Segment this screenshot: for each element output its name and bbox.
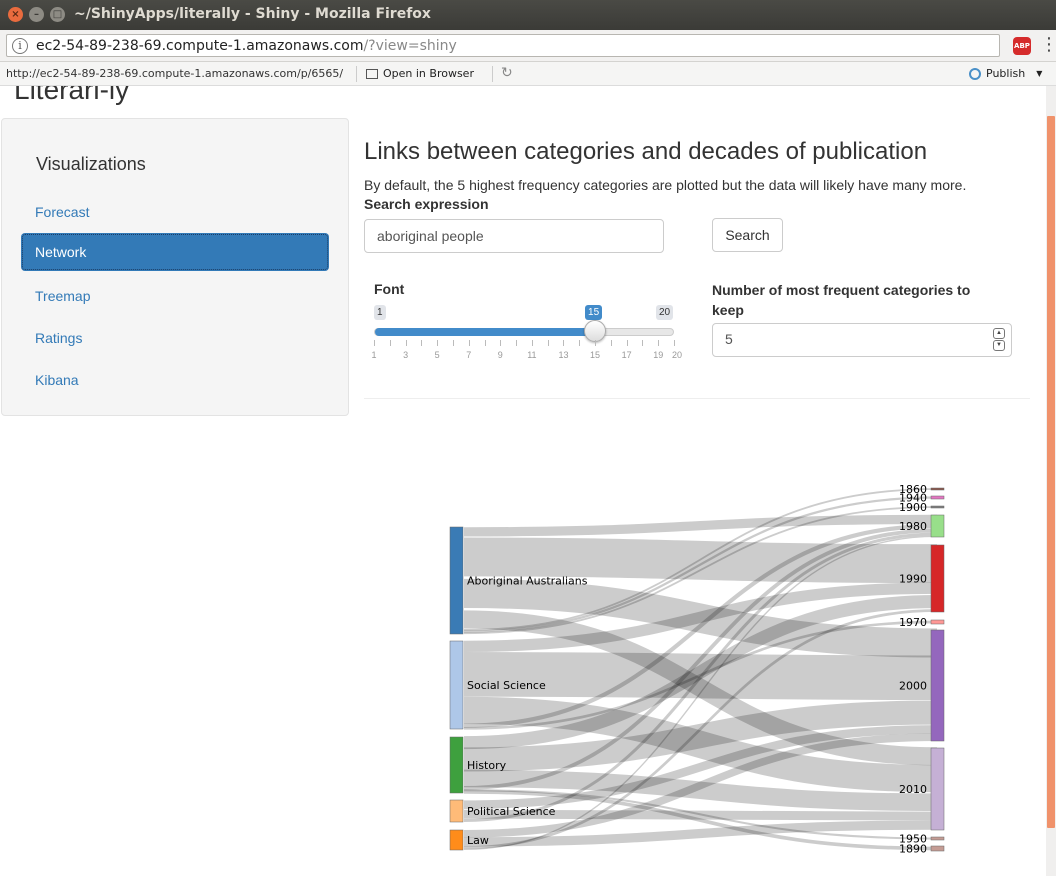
source-node[interactable]	[449, 526, 464, 635]
source-node[interactable]	[449, 829, 464, 851]
target-node-label: 1980	[899, 520, 927, 533]
target-node-label: 1890	[899, 843, 927, 856]
page-scrollbar[interactable]	[1046, 86, 1056, 876]
target-node[interactable]	[930, 514, 945, 538]
publish-label: Publish	[986, 67, 1026, 80]
target-node[interactable]	[930, 836, 945, 841]
open-window-icon	[366, 68, 378, 79]
address-field[interactable]: i ec2-54-89-238-69.compute-1.amazonaws.c…	[6, 34, 1000, 57]
menu-icon[interactable]: ⋮	[1040, 34, 1056, 56]
adblock-icon[interactable]: ABP	[1013, 37, 1031, 55]
target-node[interactable]	[930, 544, 945, 613]
url-host: ec2-54-89-238-69.compute-1.amazonaws.com	[36, 37, 364, 54]
window-maximize-icon[interactable]: □	[50, 7, 65, 22]
target-node-label: 1990	[899, 573, 927, 586]
target-node-label: 2000	[899, 680, 927, 693]
toolbar-divider	[356, 66, 357, 82]
target-node[interactable]	[930, 495, 945, 500]
window-close-icon[interactable]: ×	[8, 7, 23, 22]
refresh-icon[interactable]: ↻	[501, 65, 513, 81]
window-minimize-icon[interactable]: –	[29, 7, 44, 22]
viewer-url: http://ec2-54-89-238-69.compute-1.amazon…	[6, 67, 344, 80]
source-node-label: Political Science	[467, 805, 556, 818]
open-in-browser-button[interactable]: Open in Browser	[366, 67, 474, 80]
target-node-label: 1900	[899, 501, 927, 514]
source-node[interactable]	[449, 640, 464, 730]
app-page: Literari-ly Visualizations Forecast Netw…	[0, 86, 1046, 876]
scrollbar-thumb[interactable]	[1047, 116, 1055, 828]
window-title: ~/ShinyApps/literally - Shiny - Mozilla …	[74, 6, 431, 22]
source-node-label: Aboriginal Australians	[467, 575, 588, 588]
target-node[interactable]	[930, 747, 945, 831]
window-titlebar: × – □ ~/ShinyApps/literally - Shiny - Mo…	[0, 0, 1056, 30]
viewer-toolbar: http://ec2-54-89-238-69.compute-1.amazon…	[0, 62, 1056, 86]
target-node-label: 1970	[899, 616, 927, 629]
target-node[interactable]	[930, 505, 945, 509]
source-node-label: Social Science	[467, 679, 546, 692]
target-node-label: 2010	[899, 783, 927, 796]
publish-icon	[969, 67, 981, 80]
sankey-link	[463, 514, 938, 537]
target-node[interactable]	[930, 845, 945, 852]
source-node[interactable]	[449, 736, 464, 794]
target-node[interactable]	[930, 629, 945, 742]
url-bar: i ec2-54-89-238-69.compute-1.amazonaws.c…	[0, 30, 1056, 62]
toolbar-divider	[492, 66, 493, 82]
info-icon[interactable]: i	[12, 37, 28, 54]
open-in-browser-label: Open in Browser	[383, 67, 474, 80]
url-path: /?view=shiny	[363, 37, 457, 54]
sankey-chart: Aboriginal Australians Social Science Hist…	[449, 483, 945, 856]
publish-button[interactable]: Publish ▼	[969, 67, 1042, 80]
source-node-label: Law	[467, 834, 489, 847]
target-node[interactable]	[930, 619, 945, 625]
source-node-label: History	[467, 759, 507, 772]
target-node[interactable]	[930, 487, 945, 491]
chevron-down-icon: ▼	[1036, 69, 1043, 78]
sankey-links	[463, 488, 938, 851]
source-node[interactable]	[449, 799, 464, 823]
